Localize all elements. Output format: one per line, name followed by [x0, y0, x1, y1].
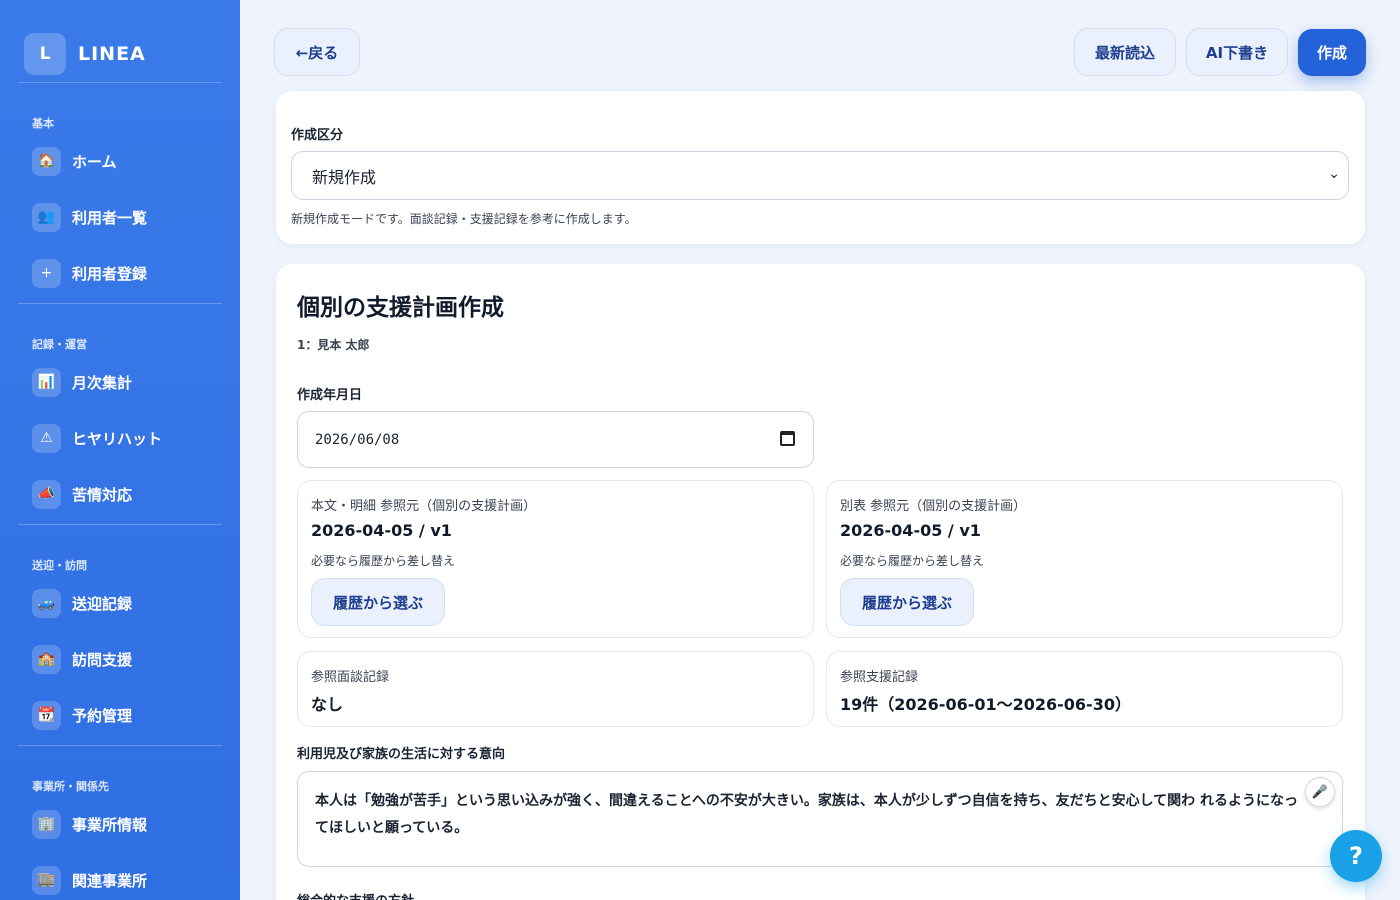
- brand-name: LINEA: [78, 43, 146, 65]
- date-value: 2026/06/08: [315, 431, 400, 448]
- sidebar-item-label: 苦情対応: [72, 485, 133, 504]
- sidebar-section-transport: 送迎・訪問 🚙 送迎記録 🏫 訪問支援 📆 予約管理: [0, 525, 240, 743]
- sidebar-item-reservations[interactable]: 📆 予約管理: [0, 687, 240, 743]
- sidebar-section-label: 記録・運営: [32, 338, 87, 351]
- brand-logo: L: [24, 33, 66, 75]
- sidebar-item-label: ホーム: [72, 152, 117, 171]
- intent-label: 利用児及び家族の生活に対する意向: [297, 747, 506, 762]
- mode-card: 作成区分 新規作成 ⌄ 新規作成モードです。面談記録・支援記録を参考に作成します…: [276, 91, 1365, 244]
- brand[interactable]: L LINEA: [0, 0, 240, 82]
- sidebar-item-monthly-summary[interactable]: 📊 月次集計: [0, 354, 240, 410]
- ref-support-title: 参照支援記録: [840, 670, 919, 685]
- ref-interview-title: 参照面談記録: [311, 670, 390, 685]
- create-button[interactable]: 作成: [1298, 29, 1366, 76]
- date-input[interactable]: 2026/06/08: [297, 411, 814, 468]
- sidebar-section-label: 事業所・関係先: [32, 780, 109, 793]
- page-title: 個別の支援計画作成: [297, 295, 504, 321]
- ref-main-title: 本文・明細 参照元（個別の支援計画）: [311, 499, 537, 514]
- sidebar-section-label: 送迎・訪問: [32, 559, 87, 572]
- mode-select-value: 新規作成: [312, 167, 377, 187]
- mode-label: 作成区分: [291, 128, 344, 143]
- ai-draft-button[interactable]: AI下書き: [1186, 28, 1288, 76]
- bar-chart-icon: 📊: [32, 367, 61, 397]
- mode-hint: 新規作成モードです。面談記録・支援記録を参考に作成します。: [291, 212, 637, 226]
- ref-main-box: 本文・明細 参照元（個別の支援計画） 2026-04-05 / v1 必要なら履…: [297, 480, 814, 638]
- sidebar-item-label: 送迎記録: [72, 594, 133, 613]
- home-icon: 🏠: [32, 146, 61, 176]
- sidebar-item-visit-support[interactable]: 🏫 訪問支援: [0, 631, 240, 687]
- reload-latest-button[interactable]: 最新読込: [1074, 28, 1176, 76]
- policy-label: 総合的な支援の方針: [297, 890, 414, 900]
- sidebar-section-records: 記録・運営 📊 月次集計 ⚠ ヒヤリハット 📣 苦情対応: [0, 304, 240, 522]
- sidebar-item-label: ヒヤリハット: [72, 429, 163, 448]
- ref-support-box: 参照支援記録 19件（2026-06-01〜2026-06-30）: [826, 651, 1343, 727]
- sidebar-item-label: 関連事業所: [72, 871, 148, 890]
- ref-interview-box: 参照面談記録 なし: [297, 651, 814, 727]
- sidebar-section-offices: 事業所・関係先 🏢 事業所情報 🏬 関連事業所: [0, 746, 240, 900]
- sidebar-item-office-info[interactable]: 🏢 事業所情報: [0, 796, 240, 852]
- users-icon: 👥: [32, 202, 61, 232]
- back-button[interactable]: ←戻る: [274, 28, 360, 76]
- sidebar-section-basic: 基本 🏠 ホーム 👥 利用者一覧 + 利用者登録: [0, 83, 240, 301]
- office-building-icon: 🏬: [32, 865, 61, 895]
- ref-main-note: 必要なら履歴から差し替え: [311, 554, 456, 568]
- sidebar: L LINEA 基本 🏠 ホーム 👥 利用者一覧 + 利用者登録 記録・運営 📊…: [0, 0, 240, 900]
- sidebar-item-transport-records[interactable]: 🚙 送迎記録: [0, 575, 240, 631]
- subject-name: 1：見本 太郎: [297, 338, 370, 352]
- calendar-icon[interactable]: [780, 431, 795, 446]
- chevron-down-icon: ⌄: [1328, 166, 1340, 182]
- sidebar-item-label: 事業所情報: [72, 815, 148, 834]
- building-icon: 🏫: [32, 644, 61, 674]
- ref-support-value: 19件（2026-06-01〜2026-06-30）: [840, 695, 1131, 714]
- ref-appendix-note: 必要なら履歴から差し替え: [840, 554, 985, 568]
- sidebar-item-user-list[interactable]: 👥 利用者一覧: [0, 189, 240, 245]
- plus-icon: +: [32, 258, 61, 288]
- sidebar-item-complaints[interactable]: 📣 苦情対応: [0, 466, 240, 522]
- sidebar-item-home[interactable]: 🏠 ホーム: [0, 133, 240, 189]
- pick-from-history-button[interactable]: 履歴から選ぶ: [311, 578, 445, 626]
- sidebar-item-label: 利用者一覧: [72, 208, 148, 227]
- date-label: 作成年月日: [297, 388, 363, 403]
- sidebar-item-label: 予約管理: [72, 706, 133, 725]
- ref-main-value: 2026-04-05 / v1: [311, 521, 452, 540]
- car-icon: 🚙: [32, 588, 61, 618]
- sidebar-item-near-miss[interactable]: ⚠ ヒヤリハット: [0, 410, 240, 466]
- sidebar-item-label: 利用者登録: [72, 264, 148, 283]
- ref-appendix-value: 2026-04-05 / v1: [840, 521, 981, 540]
- warning-icon: ⚠: [32, 423, 61, 453]
- megaphone-icon: 📣: [32, 479, 61, 509]
- ref-interview-value: なし: [311, 695, 344, 714]
- sidebar-item-label: 訪問支援: [72, 650, 133, 669]
- sidebar-item-related-offices[interactable]: 🏬 関連事業所: [0, 852, 240, 900]
- calendar-icon: 📆: [32, 700, 61, 730]
- sidebar-section-label: 基本: [32, 117, 54, 130]
- sidebar-item-user-register[interactable]: + 利用者登録: [0, 245, 240, 301]
- help-button[interactable]: ?: [1330, 830, 1382, 882]
- pick-from-history-button[interactable]: 履歴から選ぶ: [840, 578, 974, 626]
- intent-textarea[interactable]: 本人は「勉強が苦手」という思い込みが強く、間違えることへの不安が大きい。家族は、…: [297, 771, 1343, 867]
- ref-appendix-box: 別表 参照元（個別の支援計画） 2026-04-05 / v1 必要なら履歴から…: [826, 480, 1343, 638]
- mode-select[interactable]: 新規作成 ⌄: [291, 151, 1349, 200]
- plan-card: 個別の支援計画作成 1：見本 太郎 作成年月日 2026/06/08 本文・明細…: [276, 264, 1365, 900]
- sidebar-item-label: 月次集計: [72, 373, 133, 392]
- microphone-icon[interactable]: 🎤: [1305, 777, 1335, 807]
- ref-appendix-title: 別表 参照元（個別の支援計画）: [840, 499, 1027, 514]
- office-icon: 🏢: [32, 809, 61, 839]
